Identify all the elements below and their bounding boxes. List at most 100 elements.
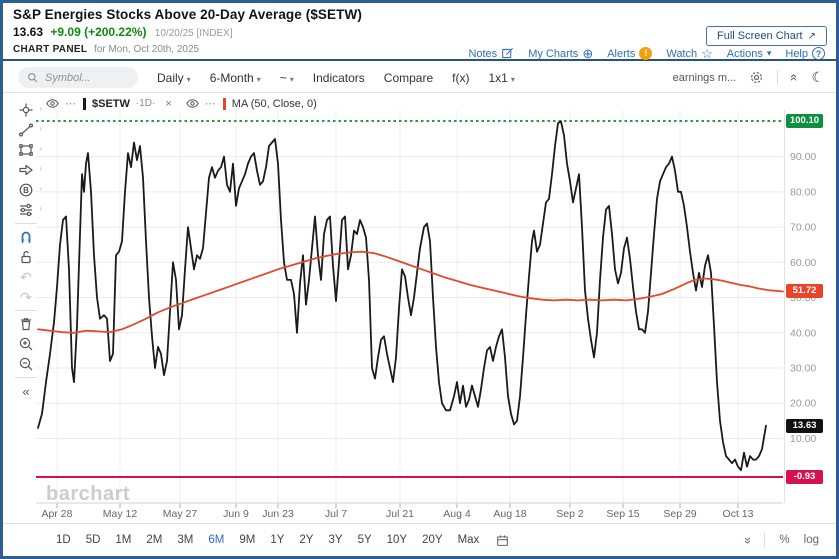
custom-date-button[interactable] <box>496 534 509 547</box>
x-tick-label: Jun 9 <box>223 508 249 520</box>
calendar-icon <box>497 534 509 546</box>
collapse-toolbar-button[interactable]: « <box>787 74 802 81</box>
indicators-button[interactable]: Indicators <box>313 71 365 85</box>
range-dropdown[interactable]: 6-Month ▾ <box>210 71 261 85</box>
my-charts-link-label: My Charts <box>528 47 579 60</box>
lock-tool[interactable] <box>10 247 42 267</box>
help-link[interactable]: Help ? <box>785 47 825 60</box>
close-icon[interactable]: × <box>165 98 171 110</box>
range-9m[interactable]: 9M <box>239 534 255 546</box>
chart-type-icon: ~ <box>279 70 287 85</box>
y-tick-label: 80.00 <box>790 186 816 198</box>
search-icon <box>28 73 38 83</box>
collapse-sidebar-button[interactable]: « <box>10 381 42 401</box>
scale-controls: « % log <box>739 532 839 548</box>
series-color-swatch <box>83 97 86 110</box>
quote-meta: 10/20/25 [INDEX] <box>154 28 233 39</box>
quick-links: Notes My Charts ⊕ Alerts ! Watch ☆ Actio… <box>468 47 825 60</box>
series-line[interactable] <box>37 250 784 334</box>
flyout-chevron-icon: › <box>39 164 42 173</box>
divider <box>777 70 779 85</box>
settings-button[interactable] <box>749 70 764 85</box>
actions-dropdown-label: Actions <box>726 47 763 60</box>
grid-layout-label: 1x1 <box>488 70 508 85</box>
shapes-tool[interactable]: › <box>10 140 42 160</box>
undo-button[interactable]: ↶ <box>10 267 42 287</box>
x-tick-label: Aug 4 <box>443 508 471 520</box>
frequency-label: Daily <box>157 70 184 85</box>
visibility-eye-icon[interactable] <box>186 99 199 108</box>
earnings-dropdown[interactable]: earnings m... <box>673 72 737 84</box>
my-charts-link[interactable]: My Charts ⊕ <box>528 47 593 60</box>
chart-type-dropdown[interactable]: ~ ▾ <box>280 71 294 85</box>
chart-panel-page: Apr 28 May 12 May 27 Jun 9 Jun 23 Jul 7 Jul 21… <box>0 0 839 559</box>
trendline-tool[interactable]: › <box>10 120 42 140</box>
delete-drawings-button[interactable] <box>10 314 42 334</box>
range-10y[interactable]: 10Y <box>387 534 407 546</box>
range-max[interactable]: Max <box>458 534 480 546</box>
notes-icon <box>502 48 514 59</box>
range-1m[interactable]: 1M <box>115 534 131 546</box>
flyout-chevron-icon: › <box>39 204 42 213</box>
search-input[interactable] <box>43 70 135 85</box>
flyout-chevron-icon: › <box>39 104 42 113</box>
range-buttons: 1D 5D 1M 2M 3M 6M 9M 1Y 2Y 3Y 5Y 10Y 20Y Max <box>56 534 494 546</box>
grid-layout-dropdown[interactable]: 1x1 ▾ <box>488 71 514 85</box>
expressions-button[interactable]: f(x) <box>452 71 469 85</box>
alerts-link[interactable]: Alerts ! <box>607 47 653 60</box>
range-3y[interactable]: 3Y <box>328 534 342 546</box>
series-menu-icon[interactable]: ⋯ <box>65 97 77 110</box>
actions-dropdown[interactable]: Actions ▾ <box>727 48 772 60</box>
crosshair-tool[interactable]: › <box>10 100 42 120</box>
log-scale-button[interactable]: log <box>804 534 819 546</box>
symbol-search[interactable] <box>18 67 138 88</box>
watermark: barchart <box>46 483 130 505</box>
zoom-in-button[interactable] <box>10 334 42 354</box>
range-5d[interactable]: 5D <box>86 534 101 546</box>
caret-down-icon: ▾ <box>766 48 772 58</box>
range-1y[interactable]: 1Y <box>270 534 284 546</box>
range-6m[interactable]: 6M <box>208 534 224 546</box>
full-screen-chart-button[interactable]: Full Screen Chart ↗ <box>706 26 827 46</box>
range-2m[interactable]: 2M <box>146 534 162 546</box>
range-3m[interactable]: 3M <box>177 534 193 546</box>
plus-circle-icon: ⊕ <box>582 46 594 61</box>
visibility-eye-icon[interactable] <box>46 99 59 108</box>
legend-timeframe: ·1D· <box>135 98 156 109</box>
flyout-chevron-icon: › <box>39 184 42 193</box>
percent-scale-button[interactable]: % <box>779 534 789 546</box>
y-tick-label: 30.00 <box>790 363 816 375</box>
collapse-rangebar-button[interactable]: « <box>739 536 754 543</box>
watch-link[interactable]: Watch ☆ <box>666 47 712 60</box>
frequency-dropdown[interactable]: Daily ▾ <box>157 71 191 85</box>
range-5y[interactable]: 5Y <box>358 534 372 546</box>
dark-mode-toggle[interactable]: ☾ <box>811 69 824 86</box>
x-tick-label: Jul 21 <box>386 508 414 520</box>
zoom-out-button[interactable] <box>10 354 42 374</box>
indicator-settings-tool[interactable]: › <box>10 200 42 220</box>
series-menu-icon[interactable]: ⋯ <box>205 97 217 110</box>
arrow-tool[interactable]: › <box>10 160 42 180</box>
x-tick-label: Apr 28 <box>42 508 73 520</box>
chevron-down-icon: ▾ <box>256 74 261 84</box>
x-tick-label: Jun 23 <box>262 508 294 520</box>
axis-badge: -0.93 <box>786 469 823 484</box>
range-20y[interactable]: 20Y <box>422 534 442 546</box>
y-tick-label: 70.00 <box>790 222 816 234</box>
text-annotation-tool[interactable]: B › <box>10 180 42 200</box>
range-2y[interactable]: 2Y <box>299 534 313 546</box>
magnet-tool[interactable] <box>10 227 42 247</box>
notes-link[interactable]: Notes <box>468 47 514 60</box>
range-1d[interactable]: 1D <box>56 534 71 546</box>
compare-button[interactable]: Compare <box>384 71 433 85</box>
x-tick-label: May 12 <box>103 508 138 520</box>
redo-button[interactable]: ↷ <box>10 287 42 307</box>
x-tick-label: Aug 18 <box>493 508 526 520</box>
arrow-ne-icon: ↗ <box>807 31 816 42</box>
axis-badge: 13.63 <box>786 418 823 433</box>
x-tick-label: Sep 2 <box>556 508 584 520</box>
sidebar-divider <box>15 377 37 378</box>
range-bar: 1D 5D 1M 2M 3M 6M 9M 1Y 2Y 3Y 5Y 10Y 20Y Max « % log <box>0 523 839 556</box>
alerts-link-label: Alerts <box>607 47 636 60</box>
page-title: S&P Energies Stocks Above 20-Day Average… <box>13 7 362 22</box>
